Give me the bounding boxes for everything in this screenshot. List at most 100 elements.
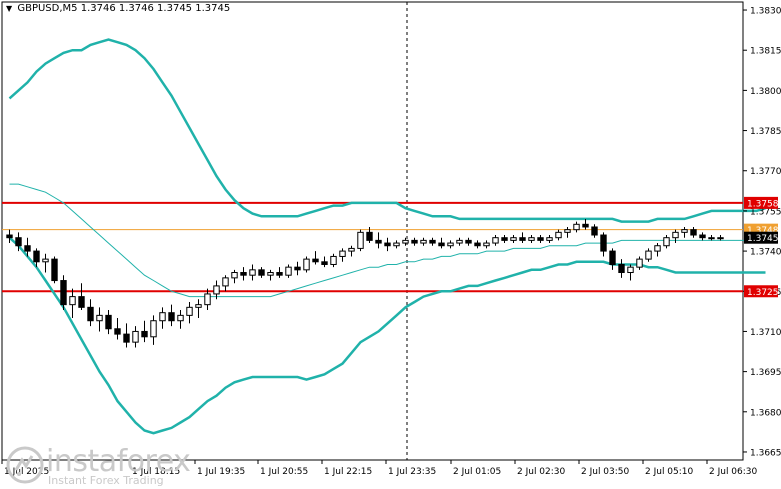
current-price-tag-label: 1.3745 — [747, 234, 779, 244]
candle-body — [231, 272, 238, 279]
candle-body — [222, 277, 229, 287]
candle-body — [366, 231, 373, 241]
caret-down-icon: ▼ — [6, 4, 13, 13]
candle-body — [132, 330, 139, 343]
candle-body — [249, 269, 256, 276]
candle-body — [105, 314, 112, 330]
candle-body — [114, 328, 121, 335]
candle-body — [339, 250, 346, 257]
candle-body — [564, 229, 571, 233]
candle-body — [330, 255, 337, 265]
x-tick-label: 1 Jul 19:35 — [197, 467, 245, 477]
candle-body — [573, 223, 580, 231]
candle-body — [204, 293, 211, 306]
x-tick-label: 1 Jul 23:35 — [388, 467, 436, 477]
candle-body — [609, 250, 616, 265]
chart-window: 1.3830 1.3815 1.3800 1.3785 1.3770 1.3755 1.37… — [0, 0, 781, 489]
candle-body — [24, 245, 31, 252]
y-tick-label: 1.3695 — [750, 368, 781, 378]
y-tick-label: 1.3830 — [750, 7, 781, 17]
watermark: instaforex Instant Forex Trading — [2, 442, 191, 488]
candle-body — [510, 237, 517, 241]
candle-body — [699, 234, 706, 239]
candle-body — [618, 263, 625, 274]
candle-body — [717, 237, 724, 240]
symbol-label: GBPUSD,M5 — [17, 3, 78, 14]
candle-body — [51, 258, 58, 282]
candle-body — [15, 237, 22, 247]
candle-body — [240, 272, 247, 276]
x-tick-label: 2 Jul 05:10 — [645, 467, 694, 477]
candle-body — [312, 258, 319, 263]
candle-body — [123, 333, 130, 343]
candle-body — [456, 239, 463, 244]
candle-body — [591, 226, 598, 236]
price-chart: 1.38301.38151.38001.37851.37701.37551.37… — [0, 0, 781, 489]
candle-body — [141, 330, 148, 338]
candle-body — [663, 237, 670, 247]
y-tick-label: 1.3710 — [750, 328, 781, 338]
candle-body — [420, 239, 427, 244]
instaforex-logo-icon — [6, 446, 44, 484]
candle-body — [600, 234, 607, 252]
candle-body — [303, 258, 310, 271]
candle-body — [60, 280, 67, 306]
ohlc-label: 1.3746 1.3746 1.3745 1.3745 — [80, 3, 231, 14]
candle-body — [465, 239, 472, 244]
candle-body — [348, 247, 355, 252]
candle-body — [87, 306, 94, 322]
x-tick-label: 1 Jul 20:55 — [260, 467, 308, 477]
candle-body — [708, 237, 715, 240]
candle-body — [690, 229, 697, 236]
candle-body — [528, 237, 535, 241]
candle-body — [357, 231, 364, 249]
x-tick-label: 2 Jul 01:05 — [453, 467, 501, 477]
candle-body — [375, 239, 382, 244]
candle-body — [267, 272, 274, 276]
candle-body — [501, 237, 508, 241]
y-tick-label: 1.3665 — [750, 448, 781, 458]
candle-body — [519, 237, 526, 241]
candle-body — [321, 261, 328, 265]
y-tick-label: 1.3740 — [750, 248, 781, 258]
candle-body — [384, 242, 391, 247]
candle-body — [681, 229, 688, 233]
x-tick-label: 2 Jul 03:50 — [581, 467, 630, 477]
candle-body — [195, 304, 202, 308]
resistance-tag-label: 1.3758 — [747, 199, 779, 209]
candle-body — [546, 237, 553, 241]
candle-body — [582, 223, 589, 228]
candle-body — [438, 242, 445, 247]
candle-body — [537, 237, 544, 241]
candle-body — [294, 266, 301, 271]
chart-title: ▼ GBPUSD,M5 1.3746 1.3746 1.3745 1.3745 — [6, 3, 230, 14]
candle-body — [411, 239, 418, 244]
x-tick-label: 2 Jul 06:30 — [709, 467, 758, 477]
x-tick-label: 1 Jul 22:15 — [324, 467, 372, 477]
candle-body — [186, 306, 193, 316]
candle-body — [672, 231, 679, 239]
candle-body — [177, 314, 184, 322]
y-tick-label: 1.3680 — [750, 408, 781, 418]
candle-body — [654, 245, 661, 252]
candle-body — [96, 314, 103, 322]
candle-body — [429, 239, 436, 244]
candle-body — [483, 242, 490, 247]
x-tick-label: 2 Jul 02:30 — [517, 467, 566, 477]
candle-body — [492, 237, 499, 244]
candle-body — [447, 242, 454, 247]
candle-body — [393, 242, 400, 247]
candle-body — [150, 320, 157, 338]
candle-body — [636, 258, 643, 268]
y-tick-label: 1.3785 — [750, 127, 781, 137]
candle-body — [78, 296, 85, 308]
candle-body — [159, 312, 166, 322]
candle-body — [645, 250, 652, 260]
watermark-tagline: Instant Forex Trading — [48, 474, 164, 487]
candle-body — [168, 312, 175, 322]
candle-body — [285, 266, 292, 276]
candle-body — [42, 258, 49, 263]
candle-body — [258, 269, 265, 276]
y-tick-label: 1.3770 — [750, 167, 781, 177]
y-tick-label: 1.3800 — [750, 87, 781, 97]
